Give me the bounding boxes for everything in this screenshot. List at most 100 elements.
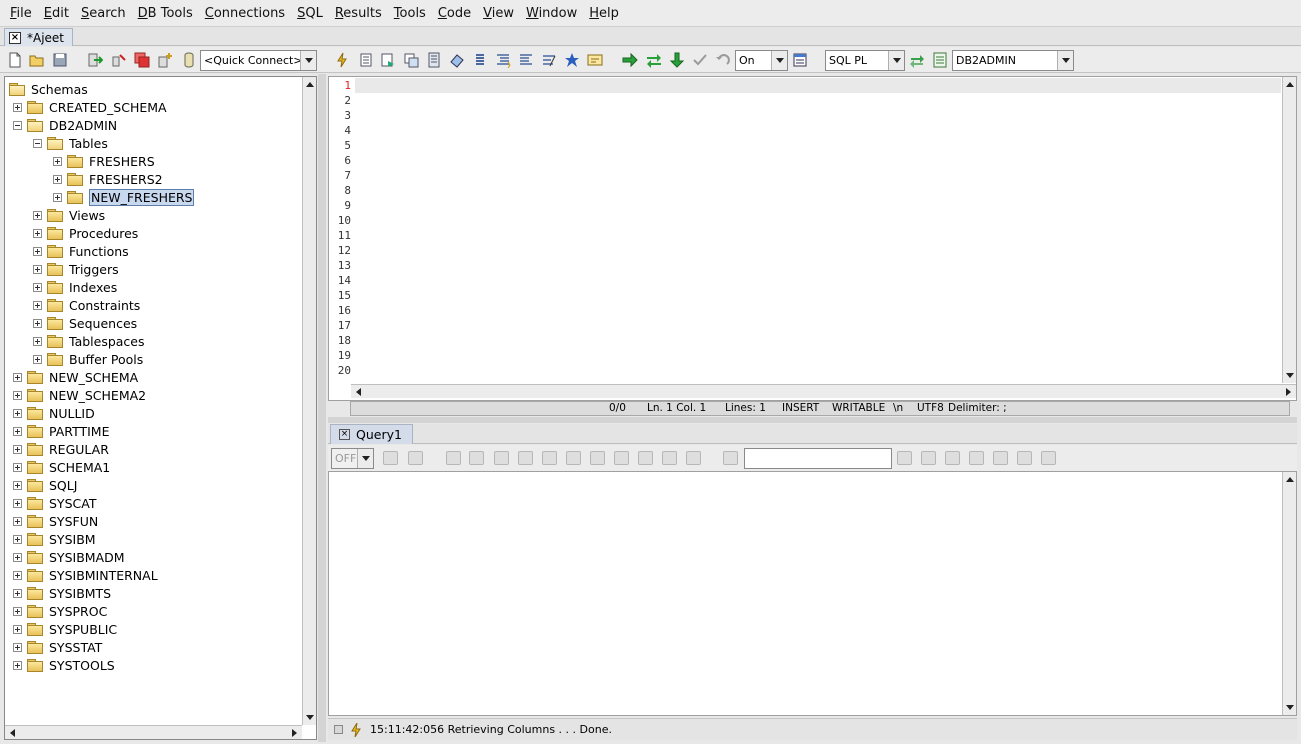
tree-vertical-scrollbar[interactable] <box>302 77 316 725</box>
menu-edit[interactable]: Edit <box>38 0 75 27</box>
tree-node[interactable]: SYSPUBLIC <box>13 620 117 638</box>
scroll-up-icon[interactable] <box>303 78 317 92</box>
expand-icon[interactable] <box>13 102 22 112</box>
sort-icon[interactable] <box>590 451 605 465</box>
expand-icon[interactable] <box>13 462 22 472</box>
scroll-down-icon[interactable] <box>303 710 317 724</box>
tree-node[interactable]: NULLID <box>13 404 95 422</box>
expand-icon[interactable] <box>13 624 22 634</box>
next-result-icon[interactable] <box>897 451 912 465</box>
scroll-left-icon[interactable] <box>6 726 20 740</box>
bookmark-star-icon[interactable] <box>564 52 580 68</box>
chevron-down-icon[interactable] <box>771 51 787 70</box>
unindent-icon[interactable] <box>518 52 534 68</box>
export-icon[interactable] <box>945 451 960 465</box>
expand-icon[interactable] <box>33 318 42 328</box>
tree-node[interactable]: NEW_SCHEMA2 <box>13 386 146 404</box>
tree-node[interactable]: FRESHERS2 <box>53 170 163 188</box>
arrow-right-icon[interactable] <box>622 52 638 68</box>
view-icon[interactable] <box>469 451 484 465</box>
arrow-down-icon[interactable] <box>669 52 685 68</box>
eraser-icon[interactable] <box>449 52 465 68</box>
expand-icon[interactable] <box>13 588 22 598</box>
scroll-left-icon[interactable] <box>352 385 366 399</box>
menu-help[interactable]: Help <box>583 0 625 27</box>
scroll-down-icon[interactable] <box>1283 700 1297 714</box>
chevron-down-icon[interactable] <box>888 51 904 70</box>
swap-icon[interactable] <box>646 52 662 68</box>
sql-editor[interactable]: 1 2 3 4 5 6 7 8 9 10 11 12 13 14 15 16 17 18 19 20 <box>328 76 1297 401</box>
tree-node[interactable]: NEW_FRESHERS <box>53 188 195 206</box>
expand-icon[interactable] <box>33 246 42 256</box>
tree-node[interactable]: NEW_SCHEMA <box>13 368 138 386</box>
copy-row-icon[interactable] <box>566 451 581 465</box>
expand-icon[interactable] <box>33 210 42 220</box>
expand-icon[interactable] <box>13 642 22 652</box>
scroll-up-icon[interactable] <box>1283 78 1297 92</box>
tree-node[interactable]: SYSFUN <box>13 512 98 530</box>
editor-results-divider[interactable] <box>328 417 1297 423</box>
schema-select[interactable]: DB2ADMIN <box>952 50 1074 71</box>
insert-row-icon[interactable] <box>518 451 533 465</box>
sql-language-select[interactable]: SQL PL <box>825 50 905 71</box>
tree-node[interactable]: Buffer Pools <box>33 350 143 368</box>
menu-view[interactable]: View <box>477 0 520 27</box>
tree-node[interactable]: SYSIBM <box>13 530 96 548</box>
import-icon[interactable] <box>969 451 984 465</box>
snippet-icon[interactable] <box>587 52 603 68</box>
tree-horizontal-scrollbar[interactable] <box>5 725 302 739</box>
tree-node[interactable]: Functions <box>33 242 129 260</box>
open-folder-icon[interactable] <box>29 52 45 68</box>
scroll-down-icon[interactable] <box>1283 368 1297 382</box>
chevron-down-icon[interactable] <box>1057 51 1073 70</box>
collapse-icon[interactable] <box>13 120 22 130</box>
tree-node[interactable]: Views <box>33 206 105 224</box>
tree-node[interactable]: SCHEMA1 <box>13 458 110 476</box>
list-icon[interactable] <box>472 52 488 68</box>
tree-node[interactable]: SYSSTAT <box>13 638 102 656</box>
expand-icon[interactable] <box>13 498 22 508</box>
format-sql-icon[interactable] <box>426 52 442 68</box>
expand-icon[interactable] <box>53 192 62 202</box>
close-tab-icon[interactable]: × <box>339 429 350 440</box>
menu-window[interactable]: Window <box>520 0 583 27</box>
expand-icon[interactable] <box>13 516 22 526</box>
menu-db-tools[interactable]: DB Tools <box>132 0 199 27</box>
expand-icon[interactable] <box>53 156 62 166</box>
connect-icon[interactable] <box>87 52 103 68</box>
execute-script-icon[interactable] <box>380 52 396 68</box>
expand-icon[interactable] <box>13 372 22 382</box>
rollback-icon[interactable] <box>715 52 731 68</box>
expand-icon[interactable] <box>33 336 42 346</box>
down-arrow-icon[interactable] <box>1017 451 1032 465</box>
tree-node[interactable]: CREATED_SCHEMA <box>13 98 167 116</box>
tree-node[interactable]: REGULAR <box>13 440 109 458</box>
format-results-icon[interactable] <box>408 451 423 465</box>
expand-icon[interactable] <box>33 354 42 364</box>
expand-icon[interactable] <box>33 300 42 310</box>
expand-icon[interactable] <box>33 282 42 292</box>
menu-search[interactable]: Search <box>75 0 132 27</box>
tree-node[interactable]: Sequences <box>33 314 137 332</box>
comment-icon[interactable] <box>541 52 557 68</box>
save-results-icon[interactable] <box>383 451 398 465</box>
commit-check-icon[interactable] <box>692 52 708 68</box>
save-disk-icon[interactable] <box>993 451 1008 465</box>
menu-file[interactable]: File <box>4 0 38 27</box>
expand-icon[interactable] <box>13 444 22 454</box>
scroll-right-icon[interactable] <box>1281 385 1295 399</box>
menu-tools[interactable]: Tools <box>388 0 432 27</box>
tree-node[interactable]: DB2ADMIN <box>13 116 117 134</box>
tree-node[interactable]: SYSTOOLS <box>13 656 115 674</box>
text-view-icon[interactable] <box>662 451 677 465</box>
editor-vertical-scrollbar[interactable] <box>1282 77 1296 383</box>
tree-node[interactable]: PARTTIME <box>13 422 110 440</box>
swap-results-icon[interactable] <box>1041 451 1056 465</box>
save-icon[interactable] <box>52 52 68 68</box>
chevron-down-icon[interactable] <box>357 449 373 468</box>
editor-horizontal-scrollbar[interactable] <box>351 384 1296 398</box>
chevron-down-icon[interactable] <box>300 51 316 70</box>
execute-current-icon[interactable] <box>358 52 374 68</box>
refresh-results-icon[interactable] <box>446 451 461 465</box>
filter-pin-icon[interactable] <box>723 451 738 465</box>
